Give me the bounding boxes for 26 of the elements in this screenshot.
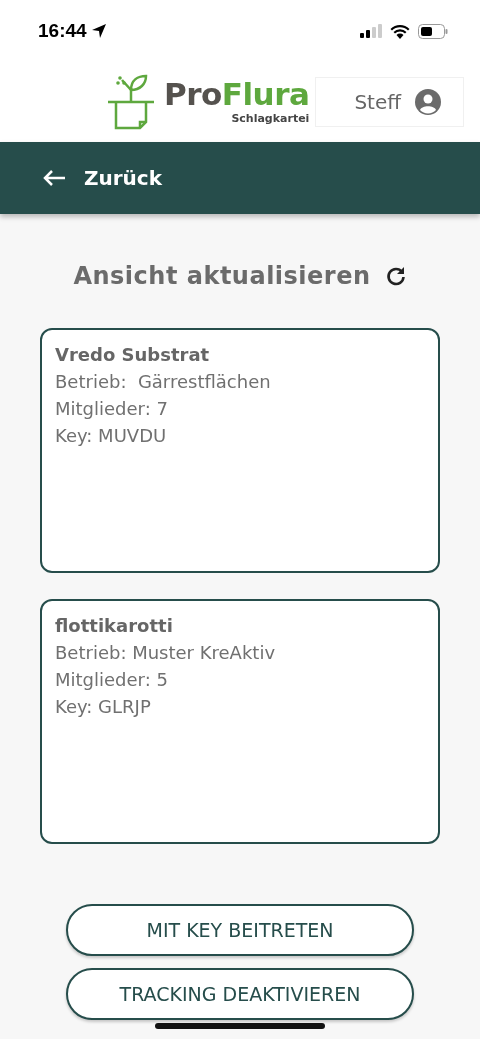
action-button[interactable]: MIT KEY BEITRETEN	[66, 904, 414, 956]
battery-icon	[418, 23, 448, 39]
group-detail: Key: MUVDU	[55, 425, 168, 446]
group-card[interactable]: Vredo Substrat Betrieb: Gärrestflächen Mitglieder: 7 Key: MUVDU	[40, 328, 440, 573]
wifi-icon	[390, 23, 410, 39]
signal-icon	[360, 24, 382, 38]
plant-pot-icon	[105, 74, 156, 130]
group-detail: Mitglieder: 5	[55, 669, 169, 690]
back-arrow-icon	[42, 169, 66, 187]
user-icon	[415, 89, 441, 115]
group-name: flottikarotti	[55, 615, 174, 636]
group-detail: Betrieb: Gärrestflächen	[55, 371, 272, 392]
group-card[interactable]: flottikarotti Betrieb: Muster KreAktiv Mitglieder: 5 Key: GLRJP	[40, 599, 440, 844]
group-detail: Key: GLRJP	[55, 696, 152, 717]
brand-name: ProFlura	[163, 79, 310, 110]
action-button[interactable]: TRACKING DEAKTIVIEREN	[66, 968, 414, 1020]
refresh-label: Ansicht aktualisieren	[73, 262, 371, 290]
brand-subtitle: Schlagkartei	[231, 112, 310, 125]
back-button[interactable]: Zurück	[42, 166, 162, 190]
location-arrow-icon	[90, 23, 107, 39]
refresh-icon[interactable]	[384, 265, 407, 287]
group-name: Vredo Substrat	[55, 344, 211, 365]
group-detail: Betrieb: Muster KreAktiv	[55, 642, 277, 663]
group-detail: Mitglieder: 7	[55, 398, 169, 419]
user-menu[interactable]: Steff	[315, 77, 464, 127]
clock-time: 16:44	[38, 20, 87, 42]
